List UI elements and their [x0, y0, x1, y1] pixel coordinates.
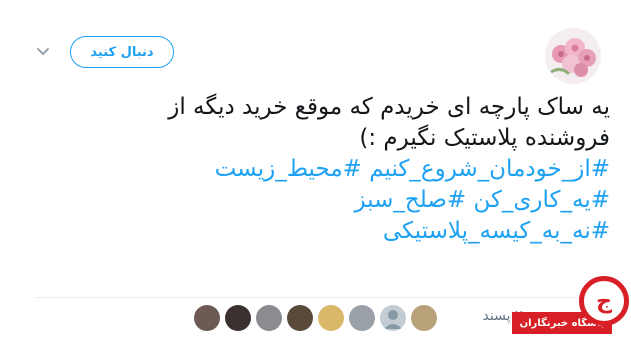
profile-avatar[interactable] — [545, 28, 601, 84]
hashtag-link[interactable]: #نه_به_کیسه_پلاستیکی — [383, 218, 610, 244]
liker-avatar[interactable] — [287, 305, 313, 331]
watermark-circle-icon: ج — [579, 276, 629, 326]
watermark-logo: باشگاه خبرنگاران ج — [512, 270, 631, 338]
liker-avatar[interactable] — [225, 305, 251, 331]
liker-avatar[interactable] — [194, 305, 220, 331]
hashtag-line-1: #از_خودمان_شروع_کنیم #محیط_زیست — [20, 154, 610, 185]
liker-avatar[interactable] — [380, 305, 406, 331]
default-profile-icon — [384, 310, 402, 329]
liker-avatar[interactable] — [349, 305, 375, 331]
hashtag-link[interactable]: #محیط_زیست — [215, 156, 362, 182]
hashtag-line-2: #یه_کاری_کن #صلح_سبز — [20, 185, 610, 216]
tweet-text: یه ساک پارچه ای خریدم که موقع خرید دیگه … — [20, 92, 610, 247]
more-options-button[interactable] — [33, 42, 53, 62]
follow-button[interactable]: دنبال کنید — [70, 36, 174, 68]
liker-avatar[interactable] — [256, 305, 282, 331]
tweet-line-1: یه ساک پارچه ای خریدم که موقع خرید دیگه … — [168, 94, 610, 120]
chevron-down-icon — [37, 48, 49, 55]
pink-roses-avatar-icon — [545, 28, 601, 84]
liker-avatar[interactable] — [411, 305, 437, 331]
hashtag-link[interactable]: #صلح_سبز — [354, 187, 466, 213]
hashtag-line-3: #نه_به_کیسه_پلاستیکی — [20, 216, 610, 247]
follow-button-label: دنبال کنید — [90, 44, 154, 60]
liker-avatars — [194, 305, 437, 331]
liker-avatar[interactable] — [318, 305, 344, 331]
tweet-line-2: فروشنده پلاستیک نگیرم :) — [359, 125, 610, 151]
hashtag-link[interactable]: #یه_کاری_کن — [473, 187, 610, 213]
hashtag-link[interactable]: #از_خودمان_شروع_کنیم — [369, 156, 610, 182]
